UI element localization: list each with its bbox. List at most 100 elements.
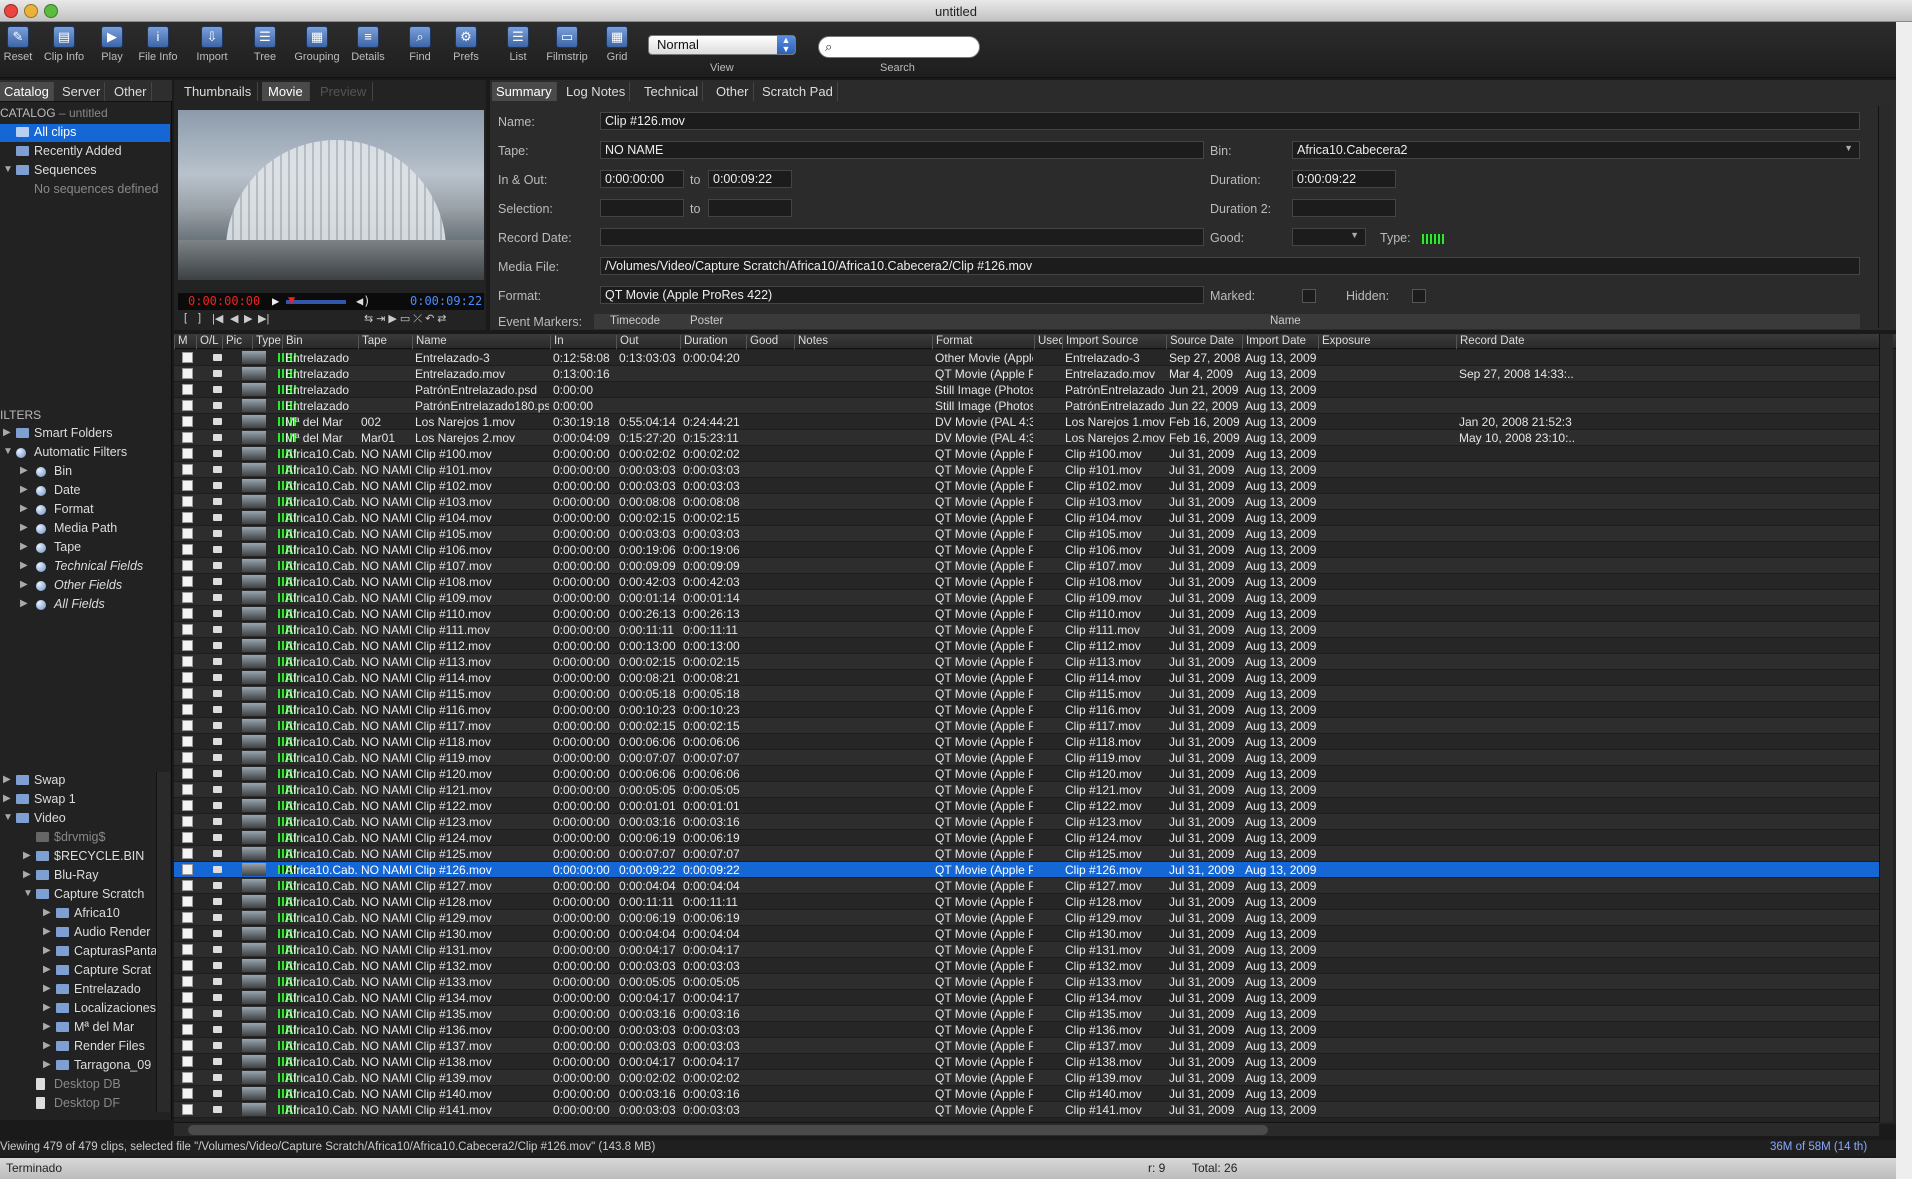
tab-other[interactable]: Other — [110, 82, 152, 101]
mark-checkbox[interactable] — [182, 560, 193, 571]
tab-summary[interactable]: Summary — [492, 82, 557, 101]
table-row[interactable]: Africa10.Cab... NO NAME Clip #141.mov 0:00:… — [174, 1102, 1879, 1118]
edit-tools-icons[interactable]: ⇆⇥▶▭⤫↶⇄ — [364, 312, 450, 326]
volume-tree-item[interactable]: ▶ Swap — [0, 772, 156, 790]
mark-checkbox[interactable] — [182, 352, 193, 363]
volume-tree-item[interactable]: ▶ Tarragona_09 — [0, 1057, 156, 1075]
tab-server[interactable]: Server — [58, 82, 106, 101]
column-header[interactable]: M — [174, 335, 196, 349]
mark-checkbox[interactable] — [182, 688, 193, 699]
disclosure-closed-icon[interactable]: ▶ — [43, 964, 51, 975]
tree-button[interactable]: ☰ Tree — [250, 26, 280, 76]
volume-icon[interactable]: ◀) — [356, 294, 370, 308]
marked-checkbox[interactable] — [1302, 289, 1316, 303]
column-header[interactable]: Exposure — [1318, 335, 1456, 349]
filter-tape[interactable]: ▶ Tape — [0, 539, 170, 557]
mark-checkbox[interactable] — [182, 416, 193, 427]
volume-tree-item[interactable]: Desktop DB — [0, 1076, 156, 1094]
playhead-icon[interactable]: ▼ — [288, 293, 295, 307]
mark-checkbox[interactable] — [182, 400, 193, 411]
filter-other-fields[interactable]: ▶ Other Fields — [0, 577, 170, 595]
mark-checkbox[interactable] — [182, 800, 193, 811]
mark-checkbox[interactable] — [182, 592, 193, 603]
table-row[interactable]: Africa10.Cab... NO NAME Clip #131.mov 0:00:… — [174, 942, 1879, 958]
volume-tree-item[interactable]: ▶ Render Files — [0, 1038, 156, 1056]
step-back-icon[interactable]: ◀ — [230, 312, 238, 325]
disclosure-closed-icon[interactable]: ▶ — [43, 1059, 51, 1070]
disclosure-open-icon[interactable]: ▼ — [3, 812, 13, 823]
column-header[interactable]: Duration — [680, 335, 746, 349]
filter-all-fields[interactable]: ▶ All Fields — [0, 596, 170, 614]
mark-checkbox[interactable] — [182, 576, 193, 587]
volume-tree-item[interactable]: ▶ Entrelazado — [0, 981, 156, 999]
disclosure-closed-icon[interactable]: ▶ — [43, 945, 51, 956]
column-header[interactable]: Pic — [222, 335, 252, 349]
disclosure-closed-icon[interactable]: ▶ — [23, 869, 31, 880]
step-forward-icon[interactable]: ▶| — [258, 312, 269, 325]
table-row[interactable]: Africa10.Cab... NO NAME Clip #132.mov 0:00:… — [174, 958, 1879, 974]
play-button[interactable]: ▶ Play — [96, 26, 128, 76]
grid-view-button[interactable]: ▦ Grid — [602, 26, 632, 76]
volume-scrollbar[interactable] — [156, 772, 170, 1112]
table-row[interactable]: Africa10.Cab... NO NAME Clip #116.mov 0:00:… — [174, 702, 1879, 718]
mark-checkbox[interactable] — [182, 928, 193, 939]
tab-preview[interactable]: Preview — [314, 82, 374, 101]
mark-checkbox[interactable] — [182, 992, 193, 1003]
column-header[interactable]: Name — [412, 335, 550, 349]
volume-tree-item[interactable]: ▶ Audio Render — [0, 924, 156, 942]
table-row[interactable]: Entrelazado Entrelazado-3 0:12:58:08 0:13:0… — [174, 350, 1879, 366]
mark-checkbox[interactable] — [182, 912, 193, 923]
table-row[interactable]: Africa10.Cab... NO NAME Clip #129.mov 0:00:… — [174, 910, 1879, 926]
mark-checkbox[interactable] — [182, 1024, 193, 1035]
table-row[interactable]: Africa10.Cab... NO NAME Clip #100.mov 0:00:… — [174, 446, 1879, 462]
disclosure-closed-icon[interactable]: ▶ — [3, 774, 11, 785]
disclosure-closed-icon[interactable]: ▶ — [43, 983, 51, 994]
mark-checkbox[interactable] — [182, 768, 193, 779]
disclosure-open-icon[interactable]: ▼ — [23, 888, 33, 899]
in-field[interactable]: 0:00:00:00 — [600, 170, 684, 188]
table-row[interactable]: Africa10.Cab... NO NAME Clip #139.mov 0:00:… — [174, 1070, 1879, 1086]
table-row[interactable]: Africa10.Cab... NO NAME Clip #111.mov 0:00:… — [174, 622, 1879, 638]
mark-checkbox[interactable] — [182, 464, 193, 475]
filter-bin[interactable]: ▶ Bin — [0, 463, 170, 481]
volume-tree-item[interactable]: $drvmig$ — [0, 829, 156, 847]
mark-checkbox[interactable] — [182, 640, 193, 651]
table-row[interactable]: Africa10.Cab... NO NAME Clip #120.mov 0:00:… — [174, 766, 1879, 782]
selection-end-field[interactable] — [708, 199, 792, 217]
column-header[interactable]: Used — [1034, 335, 1062, 349]
table-row[interactable]: Africa10.Cab... NO NAME Clip #113.mov 0:00:… — [174, 654, 1879, 670]
table-row[interactable]: Entrelazado PatrónEntrelazado180.psd 0:00:… — [174, 398, 1879, 414]
list-view-button[interactable]: ☰ List — [504, 26, 532, 76]
table-horizontal-scrollbar[interactable] — [174, 1122, 1879, 1136]
disclosure-closed-icon[interactable]: ▶ — [43, 1040, 51, 1051]
table-row[interactable]: Africa10.Cab... NO NAME Clip #108.mov 0:00:… — [174, 574, 1879, 590]
mark-checkbox[interactable] — [182, 864, 193, 875]
column-header[interactable]: Tape — [358, 335, 412, 349]
table-row[interactable]: Africa10.Cab... NO NAME Clip #137.mov 0:00:… — [174, 1038, 1879, 1054]
disclosure-closed-icon[interactable]: ▶ — [3, 793, 11, 804]
disclosure-closed-icon[interactable]: ▶ — [43, 907, 51, 918]
play-small-icon[interactable]: ▶ — [272, 294, 279, 308]
mark-checkbox[interactable] — [182, 512, 193, 523]
selection-start-field[interactable] — [600, 199, 684, 217]
tape-field[interactable]: NO NAME — [600, 141, 1204, 159]
filter-date[interactable]: ▶ Date — [0, 482, 170, 500]
duration-field[interactable]: 0:00:09:22 — [1292, 170, 1396, 188]
table-row[interactable]: Africa10.Cab... NO NAME Clip #130.mov 0:00:… — [174, 926, 1879, 942]
mark-checkbox[interactable] — [182, 1040, 193, 1051]
table-row[interactable]: Africa10.Cab... NO NAME Clip #117.mov 0:00:… — [174, 718, 1879, 734]
volume-tree-item[interactable]: ▶ Capture Scrat — [0, 962, 156, 980]
table-row[interactable]: Africa10.Cab... NO NAME Clip #114.mov 0:00:… — [174, 670, 1879, 686]
column-header[interactable]: Good — [746, 335, 794, 349]
volume-tree-item[interactable]: ▶ Swap 1 — [0, 791, 156, 809]
mark-checkbox[interactable] — [182, 528, 193, 539]
table-row[interactable]: Africa10.Cab... NO NAME Clip #103.mov 0:00:… — [174, 494, 1879, 510]
clip-info-button[interactable]: ▤ Clip Info — [38, 26, 90, 76]
table-row[interactable]: Africa10.Cab... NO NAME Clip #101.mov 0:00:… — [174, 462, 1879, 478]
mark-checkbox[interactable] — [182, 736, 193, 747]
tab-catalog[interactable]: Catalog — [0, 82, 54, 101]
table-row[interactable]: Africa10.Cab... NO NAME Clip #118.mov 0:00:… — [174, 734, 1879, 750]
column-header[interactable]: Record Date — [1456, 335, 1596, 349]
em-col-timecode[interactable]: Timecode — [610, 315, 660, 327]
table-row[interactable]: Africa10.Cab... NO NAME Clip #109.mov 0:00:… — [174, 590, 1879, 606]
